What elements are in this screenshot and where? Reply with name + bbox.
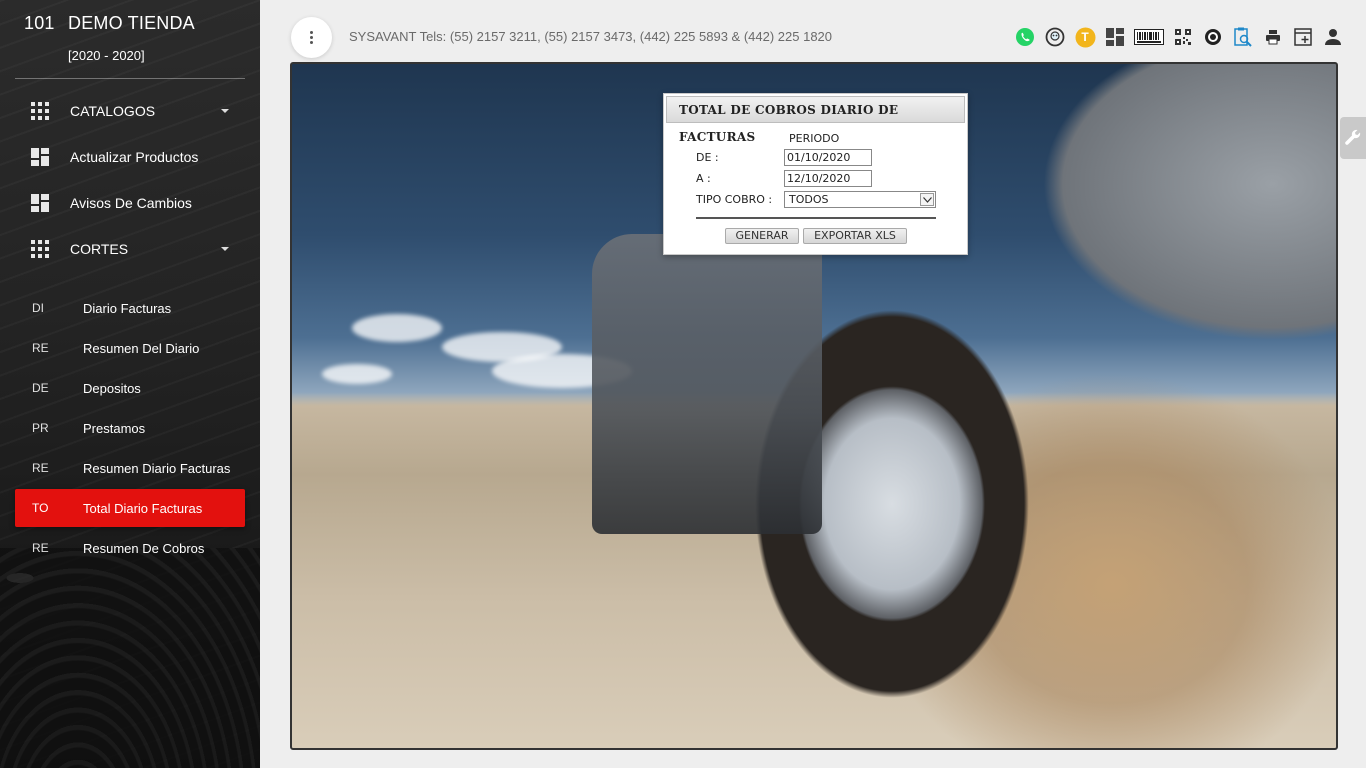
settings-tab[interactable] [1340,117,1366,159]
subitem-abbr: DE [32,381,49,395]
subitem-abbr: TO [32,501,49,515]
sidebar-subitem-resumen-de-cobros[interactable]: RE Resumen De Cobros [15,529,245,567]
qr-code-icon[interactable] [1172,26,1194,48]
sidebar-subitem-diario-facturas[interactable]: DI Diario Facturas [15,289,245,327]
dashboard-icon [31,148,49,166]
truck-image [592,234,822,534]
date-from-field[interactable]: 01/10/2020 [784,149,872,166]
subitem-label: Prestamos [83,420,146,436]
apps-grid-icon [31,240,49,258]
sidebar-item-actualizar-productos[interactable]: Actualizar Productos [15,137,245,177]
printer-icon[interactable] [1262,26,1284,48]
sidebar-subitem-prestamos[interactable]: PR Prestamos [15,409,245,447]
sidebar-subitem-depositos[interactable]: DE Depositos [15,369,245,407]
barcode-icon[interactable] [1134,26,1164,48]
sidebar-item-label: Avisos De Cambios [70,195,192,211]
toolbar: T [1014,24,1344,50]
sidebar-item-label: CATALOGOS [70,103,156,119]
target-icon[interactable] [1202,26,1224,48]
payment-type-label: TIPO COBRO : [696,193,773,206]
contact-info: SYSAVANT Tels: (55) 2157 3211, (55) 2157… [349,29,833,44]
subitem-abbr: RE [32,461,49,475]
badge-letter: T [1081,30,1089,44]
sidebar-divider [15,78,245,79]
subitem-abbr: DI [32,301,44,315]
generate-button[interactable]: GENERAR [725,228,799,244]
subitem-label: Diario Facturas [83,300,172,316]
sidebar-item-catalogos[interactable]: CATALOGOS [15,91,245,131]
caret-down-icon [221,247,229,251]
store-number: 101 [24,13,55,33]
subitem-abbr: RE [32,541,49,555]
chevron-down-icon [920,193,934,206]
dialog-separator [696,217,936,219]
more-vertical-icon [310,31,313,44]
search-document-icon[interactable] [1232,26,1254,48]
subitem-abbr: RE [32,341,49,355]
subitem-label: Resumen Diario Facturas [83,460,231,476]
subitem-abbr: PR [32,421,49,435]
sidebar-background-image [0,548,260,768]
sidebar-item-label: CORTES [70,241,129,257]
sidebar-subitem-total-diario-facturas[interactable]: TO Total Diario Facturas [15,489,245,527]
new-window-icon[interactable] [1292,26,1314,48]
sidebar-item-avisos-de-cambios[interactable]: Avisos De Cambios [15,183,245,223]
account-icon[interactable] [1322,26,1344,48]
wrench-icon [1345,129,1361,145]
sidebar-item-cortes[interactable]: CORTES [15,229,245,269]
sidebar-item-label: Actualizar Productos [70,149,199,165]
dialog-title: TOTAL DE COBROS DIARIO DE FACTURAS [666,96,965,144]
store-header: 101 DEMO TIENDA [24,13,195,34]
dashboard-icon[interactable] [1104,26,1126,48]
dashboard-icon [31,194,49,212]
payment-type-value: TODOS [789,193,829,206]
export-xls-button[interactable]: EXPORTAR XLS [803,228,907,244]
user-badge-icon[interactable]: T [1074,26,1096,48]
apps-grid-icon [31,102,49,120]
store-name: DEMO TIENDA [68,13,195,33]
sidebar: 101 DEMO TIENDA [2020 - 2020] CATALOGOS A… [0,0,260,768]
fiscal-years: [2020 - 2020] [68,48,145,63]
sidebar-subitem-resumen-diario-facturas[interactable]: RE Resumen Diario Facturas [15,449,245,487]
subitem-label: Depositos [83,380,141,396]
date-to-field[interactable]: 12/10/2020 [784,170,872,187]
subitem-label: Resumen Del Diario [83,340,200,356]
sidebar-subitem-resumen-del-diario[interactable]: RE Resumen Del Diario [15,329,245,367]
report-dialog: TOTAL DE COBROS DIARIO DE FACTURAS PERIO… [663,93,968,255]
subitem-label: Resumen De Cobros [83,540,205,556]
date-from-label: DE : [696,151,719,164]
more-options-button[interactable] [291,17,332,58]
payment-type-select[interactable]: TODOS [784,191,936,208]
whatsapp-icon[interactable] [1014,26,1036,48]
caret-down-icon [221,109,229,113]
support-icon[interactable] [1044,26,1066,48]
date-to-label: A : [696,172,711,185]
subitem-label: Total Diario Facturas [83,500,203,516]
period-label: PERIODO [789,132,840,145]
